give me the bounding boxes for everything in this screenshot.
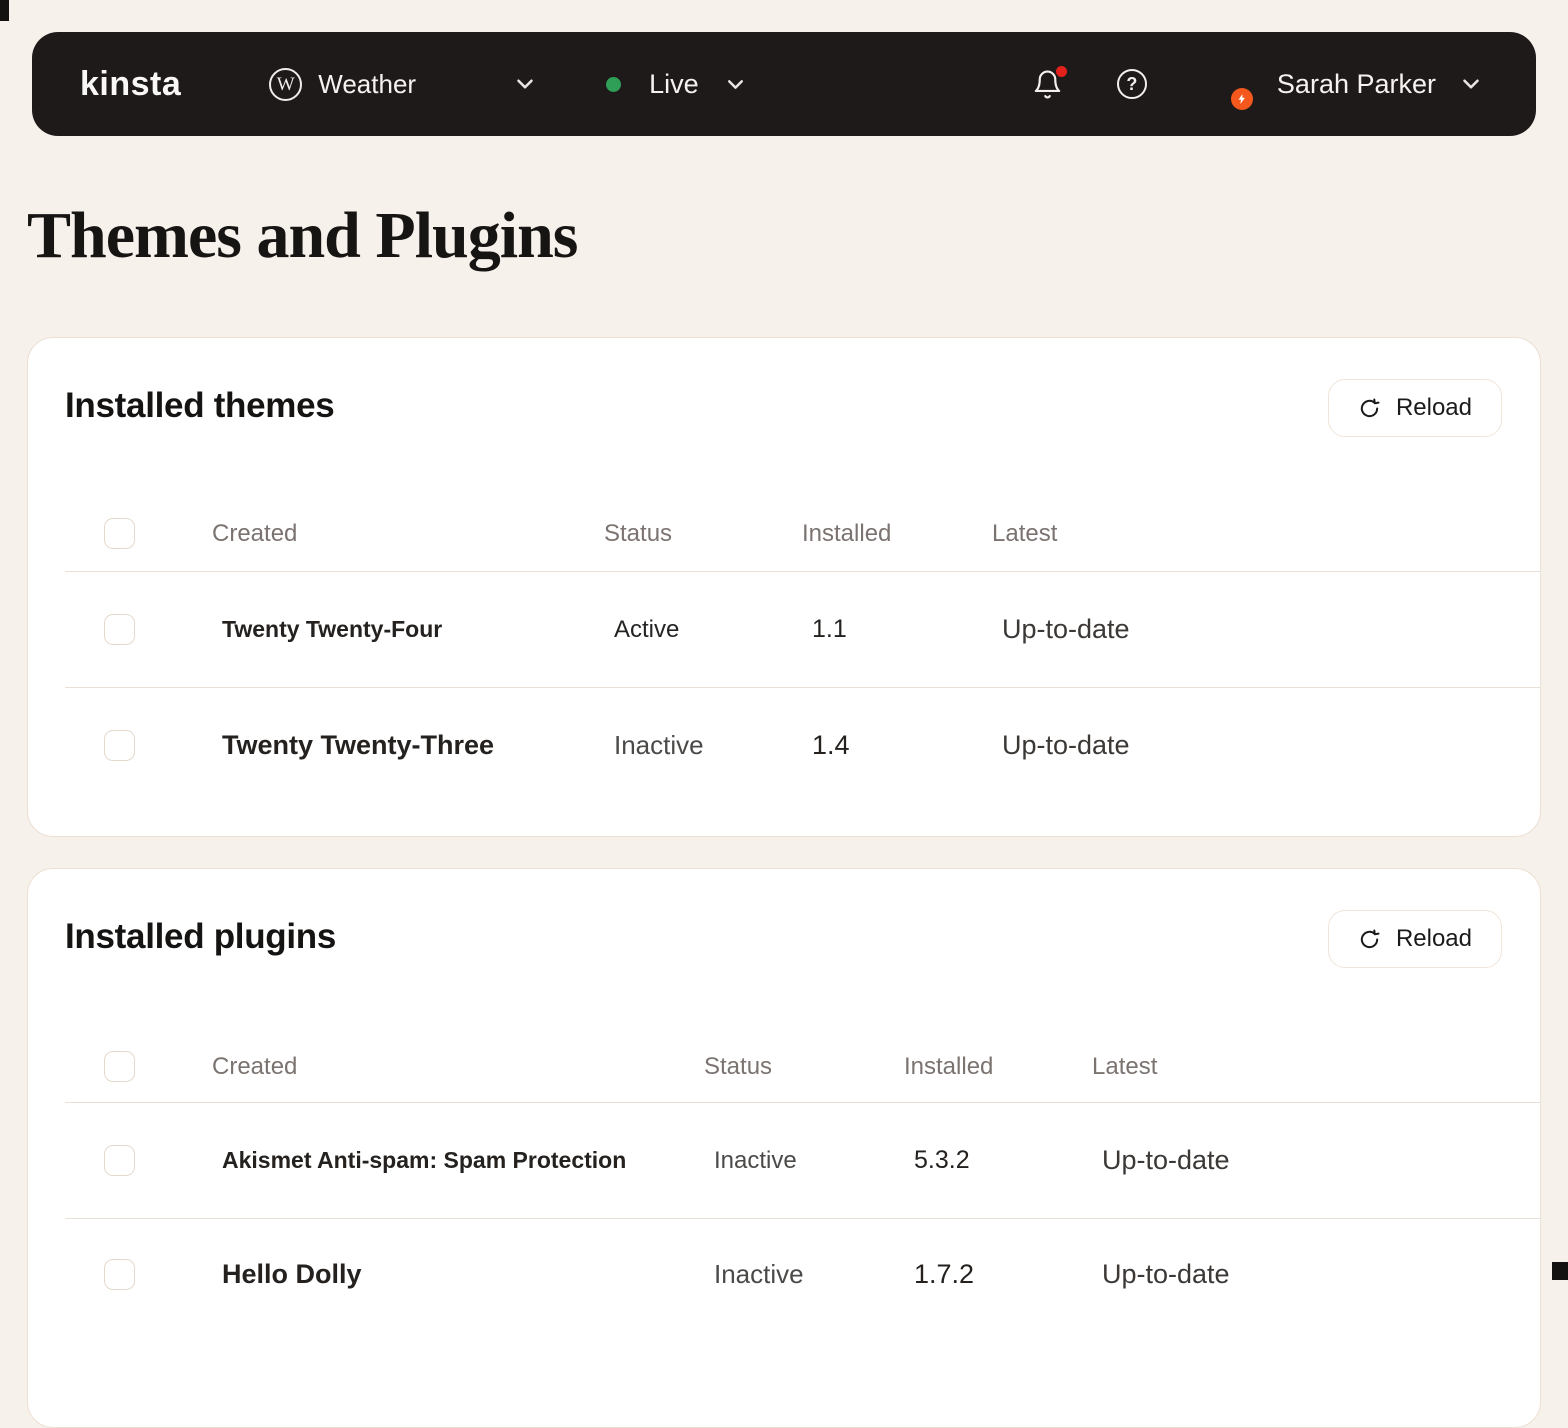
- theme-name: Twenty Twenty-Four: [212, 616, 604, 643]
- navbar-right-group: ? Sarah Parker: [1032, 61, 1484, 107]
- plugins-card-title: Installed plugins: [65, 917, 336, 957]
- chevron-down-icon[interactable]: [1458, 71, 1484, 97]
- theme-installed-version: 1.4: [802, 730, 992, 761]
- site-selector-label: Weather: [318, 69, 416, 100]
- plugins-table: Created Status Installed Latest Akismet …: [65, 1031, 1540, 1329]
- select-all-checkbox[interactable]: [104, 1051, 135, 1082]
- chevron-down-icon: [512, 71, 538, 97]
- column-header-latest[interactable]: Latest: [1092, 1053, 1540, 1081]
- wordpress-icon: W: [269, 68, 302, 101]
- kinsta-logo[interactable]: kinsta: [80, 65, 181, 104]
- installed-plugins-card: Installed plugins Reload Created Status …: [27, 868, 1541, 1428]
- plugins-reload-button[interactable]: Reload: [1328, 910, 1502, 968]
- reload-label: Reload: [1396, 925, 1472, 953]
- environment-selector-dropdown[interactable]: Live: [606, 69, 748, 100]
- refresh-icon: [1358, 928, 1381, 951]
- page-title: Themes and Plugins: [27, 198, 577, 274]
- column-header-installed[interactable]: Installed: [802, 520, 992, 548]
- reload-label: Reload: [1396, 394, 1472, 422]
- column-header-created[interactable]: Created: [212, 1053, 704, 1081]
- plugin-name: Hello Dolly: [212, 1259, 704, 1290]
- chevron-down-icon: [723, 72, 748, 97]
- refresh-icon: [1358, 397, 1381, 420]
- plugin-status: Inactive: [704, 1147, 904, 1175]
- row-checkbox[interactable]: [104, 1145, 135, 1176]
- row-checkbox[interactable]: [104, 614, 135, 645]
- theme-name: Twenty Twenty-Three: [212, 730, 604, 761]
- plugin-installed-version: 5.3.2: [904, 1146, 1092, 1175]
- column-header-created[interactable]: Created: [212, 520, 604, 548]
- column-header-status[interactable]: Status: [704, 1053, 904, 1081]
- live-status-dot: [606, 77, 621, 92]
- table-row: Akismet Anti-spam: Spam Protection Inact…: [65, 1103, 1540, 1219]
- theme-status: Inactive: [604, 730, 802, 761]
- help-button[interactable]: ?: [1117, 69, 1147, 99]
- notifications-button[interactable]: [1032, 69, 1063, 100]
- theme-latest-version: Up-to-date: [992, 614, 1540, 645]
- site-selector-dropdown[interactable]: W Weather: [269, 68, 538, 101]
- plugin-installed-version: 1.7.2: [904, 1259, 1092, 1290]
- plugin-latest-version: Up-to-date: [1092, 1145, 1540, 1176]
- row-checkbox[interactable]: [104, 1259, 135, 1290]
- table-row: Twenty Twenty-Three Inactive 1.4 Up-to-d…: [65, 688, 1540, 803]
- installed-themes-card: Installed themes Reload Created Status I…: [27, 337, 1541, 837]
- notification-dot: [1056, 66, 1067, 77]
- theme-installed-version: 1.1: [802, 615, 992, 644]
- theme-status: Active: [604, 616, 802, 644]
- table-row: Twenty Twenty-Four Active 1.1 Up-to-date: [65, 572, 1540, 688]
- themes-reload-button[interactable]: Reload: [1328, 379, 1502, 437]
- plugin-status: Inactive: [704, 1259, 904, 1290]
- column-header-installed[interactable]: Installed: [904, 1053, 1092, 1081]
- plugins-table-header: Created Status Installed Latest: [65, 1031, 1540, 1103]
- themes-table: Created Status Installed Latest Twenty T…: [65, 496, 1540, 803]
- corner-artifact-bottom-right: [1552, 1262, 1568, 1280]
- column-header-status[interactable]: Status: [604, 520, 802, 548]
- theme-latest-version: Up-to-date: [992, 730, 1540, 761]
- plugin-name: Akismet Anti-spam: Spam Protection: [212, 1147, 704, 1174]
- column-header-latest[interactable]: Latest: [992, 520, 1540, 548]
- corner-artifact-top-left: [0, 0, 9, 21]
- plugin-latest-version: Up-to-date: [1092, 1259, 1540, 1290]
- row-checkbox[interactable]: [104, 730, 135, 761]
- themes-card-title: Installed themes: [65, 386, 334, 426]
- user-menu[interactable]: Sarah Parker: [1277, 69, 1436, 100]
- top-navbar: kinsta W Weather Live ? Sarah P: [32, 32, 1536, 136]
- environment-label: Live: [649, 69, 699, 100]
- themes-table-header: Created Status Installed Latest: [65, 496, 1540, 572]
- lightning-icon: [1231, 88, 1253, 110]
- user-avatar[interactable]: [1203, 61, 1249, 107]
- table-row: Hello Dolly Inactive 1.7.2 Up-to-date: [65, 1219, 1540, 1329]
- select-all-checkbox[interactable]: [104, 518, 135, 549]
